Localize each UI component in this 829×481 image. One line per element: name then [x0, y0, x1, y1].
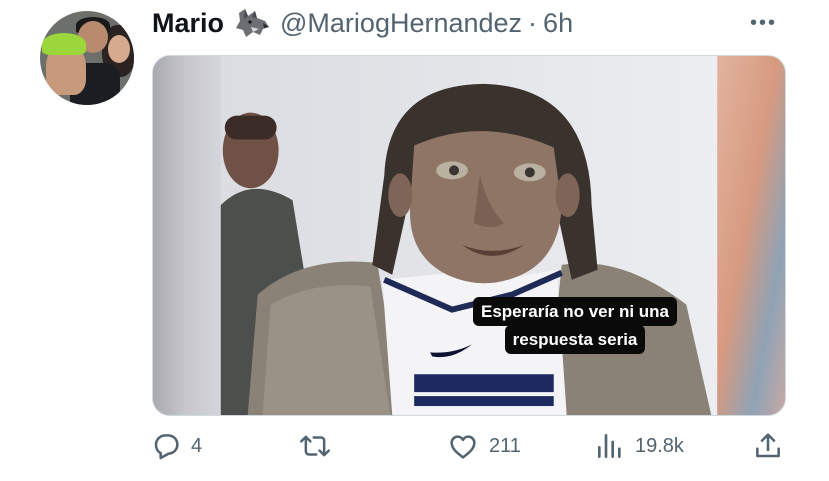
share-button[interactable]	[752, 426, 784, 466]
like-icon	[446, 430, 480, 462]
reply-button[interactable]: 4	[150, 426, 202, 466]
share-icon	[752, 430, 784, 462]
meme-caption: Esperaría no ver ni una respuesta seria	[473, 297, 678, 354]
tweet-media-image[interactable]: Esperaría no ver ni una respuesta seria	[152, 55, 786, 416]
meme-image	[153, 56, 785, 415]
retweet-button[interactable]	[298, 426, 341, 466]
reply-icon	[150, 430, 182, 462]
tweet-header: Mario @MariogHernandez · 6h	[152, 6, 573, 40]
views-icon	[594, 430, 626, 462]
timestamp[interactable]: 6h	[543, 8, 573, 39]
avatar-person-face	[108, 35, 130, 63]
avatar[interactable]	[40, 11, 134, 105]
tweet-actions: 4 211 19.8k	[150, 426, 790, 466]
user-handle[interactable]: @MariogHernandez	[280, 8, 522, 39]
views-button[interactable]: 19.8k	[594, 426, 684, 466]
display-name[interactable]: Mario	[152, 8, 224, 39]
wolf-icon	[233, 7, 271, 39]
like-count: 211	[489, 434, 521, 457]
views-count: 19.8k	[635, 434, 684, 457]
more-options-icon[interactable]: •••	[750, 12, 777, 35]
like-button[interactable]: 211	[446, 426, 521, 466]
retweet-icon	[298, 430, 332, 462]
caption-line: respuesta seria	[504, 325, 646, 354]
caption-line: Esperaría no ver ni una	[473, 297, 678, 326]
reply-count: 4	[191, 434, 203, 457]
avatar-green-hat	[42, 33, 86, 55]
separator-dot: ·	[528, 7, 538, 38]
